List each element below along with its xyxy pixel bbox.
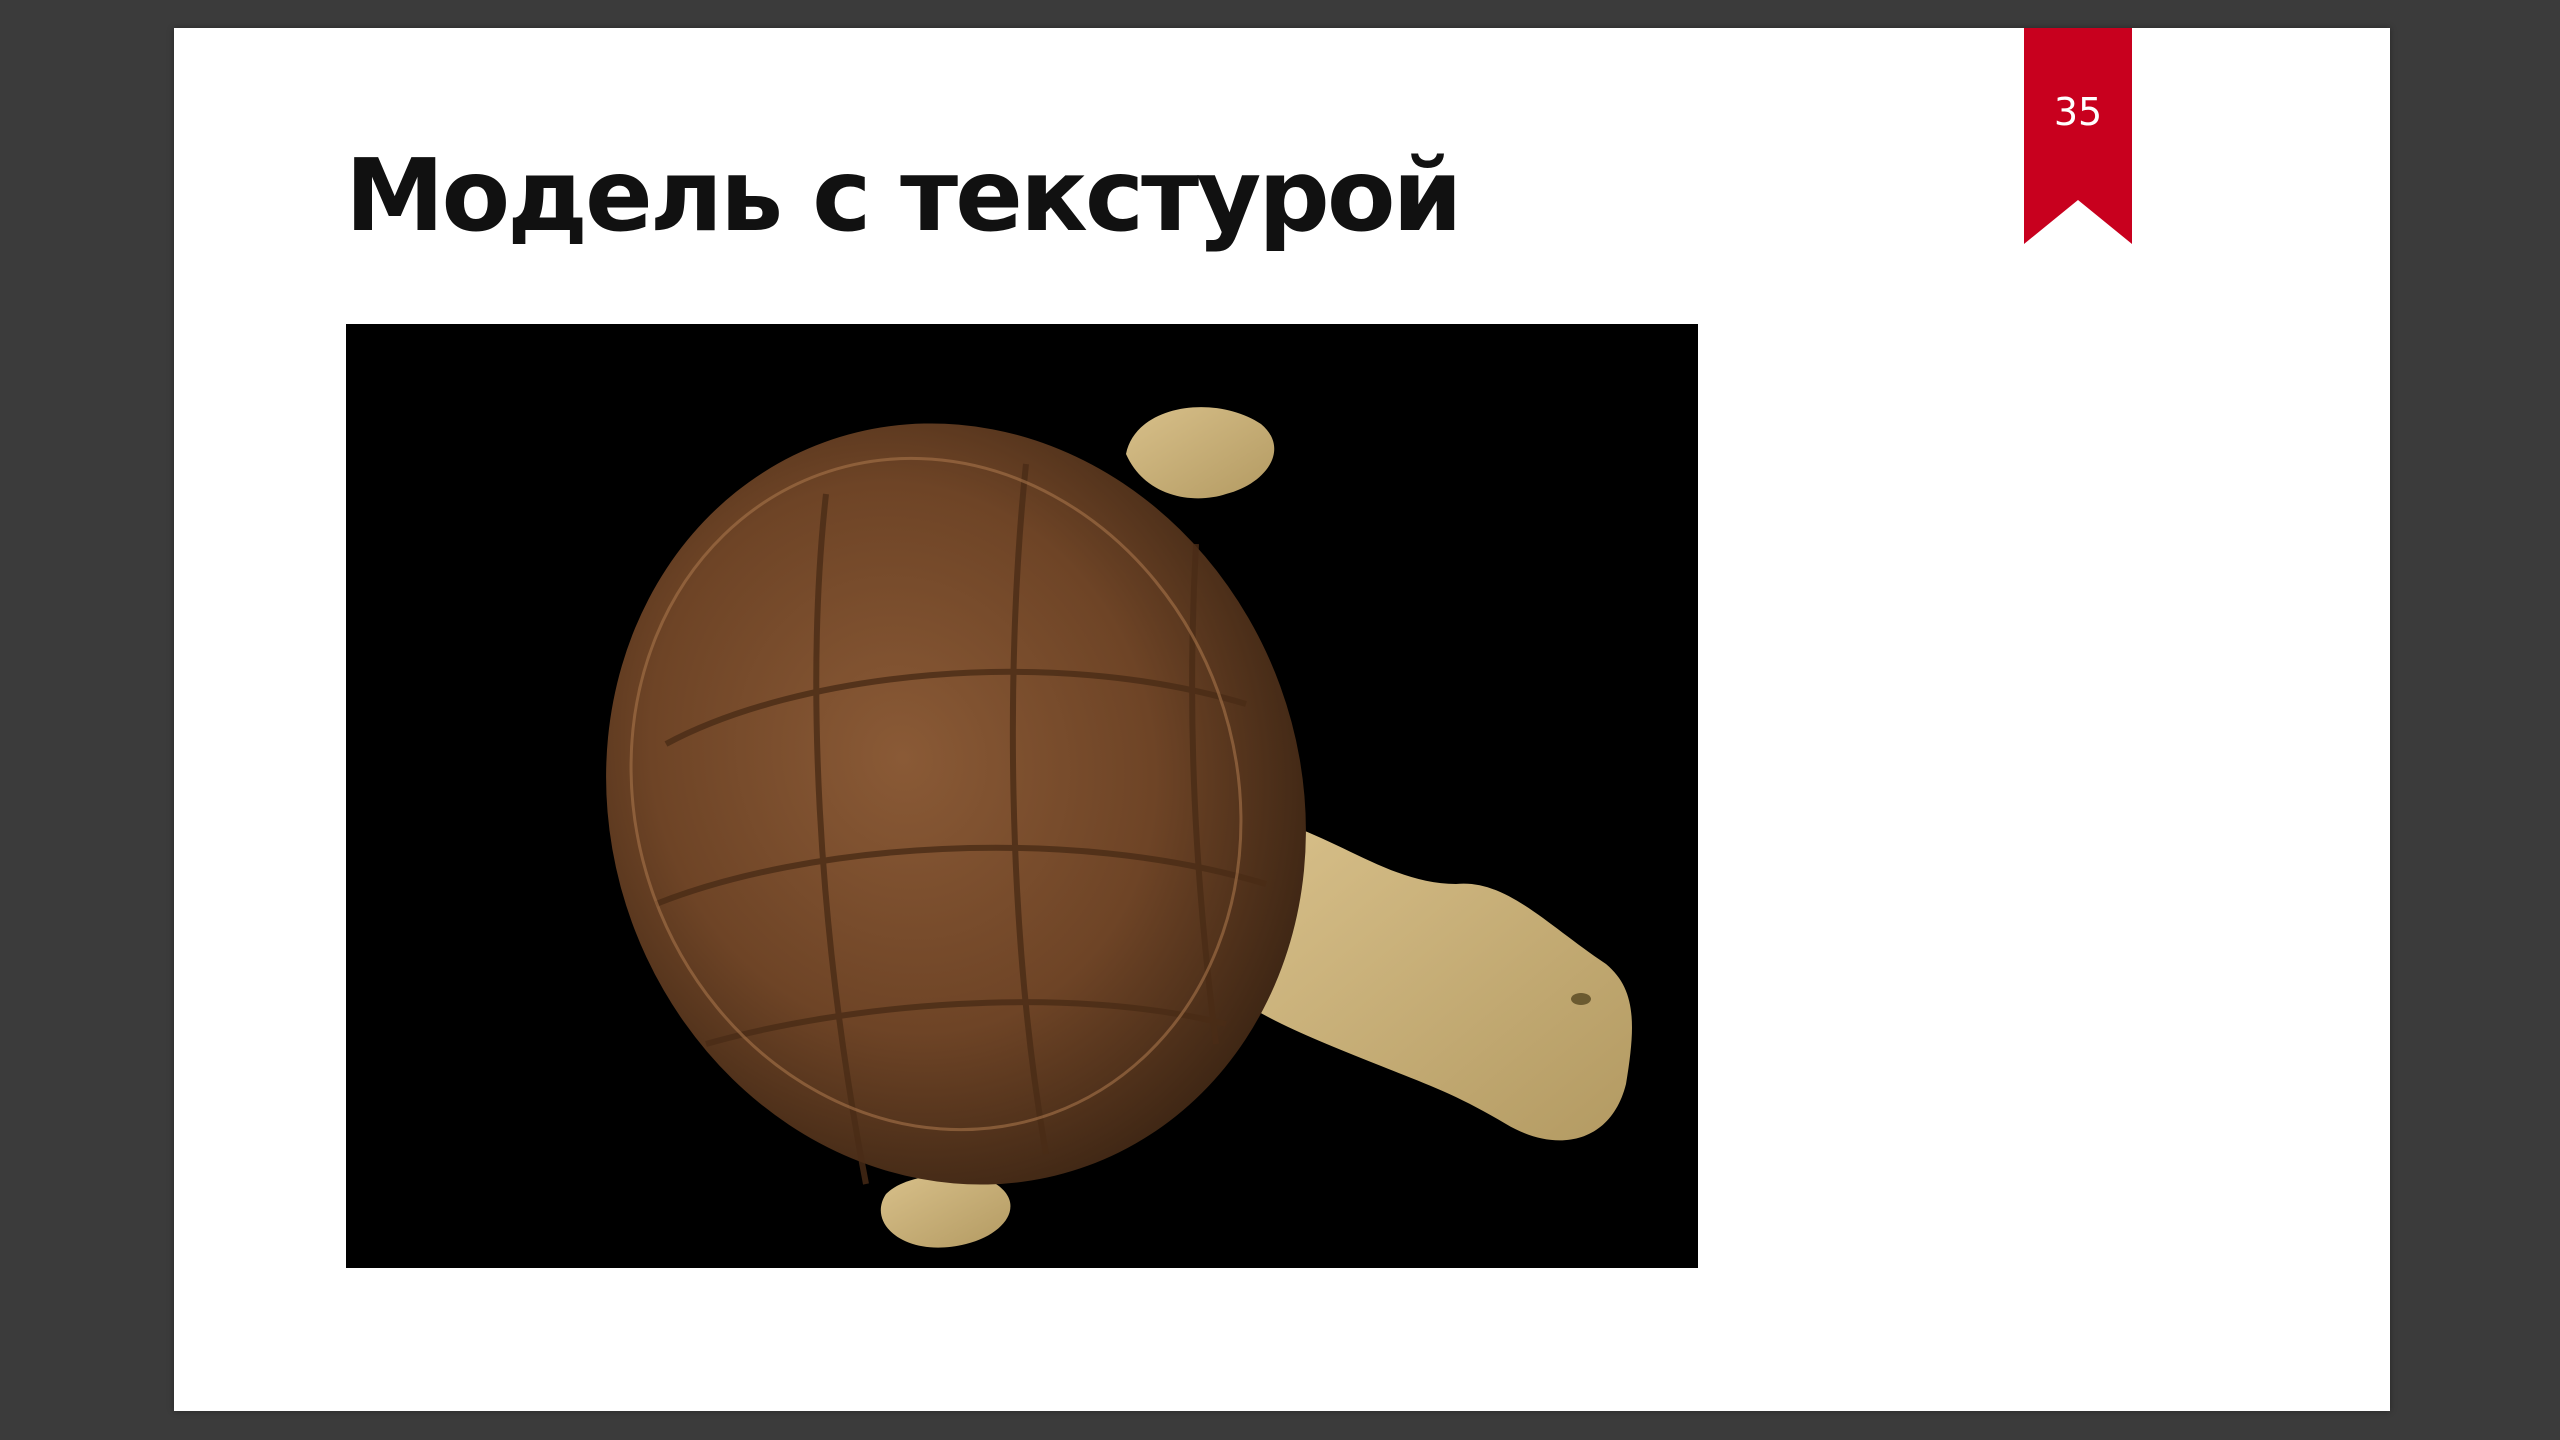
turtle-texture-image (346, 324, 1698, 1268)
presentation-viewer: Модель с текстурой 35 (0, 0, 2560, 1440)
turtle-leg-top (1126, 407, 1275, 499)
page-number: 35 (2053, 90, 2103, 134)
page-number-ribbon: 35 (2024, 28, 2132, 244)
turtle-shell (606, 423, 1306, 1185)
bookmark-ribbon-icon (2024, 28, 2132, 244)
turtle-neck-head (1246, 824, 1632, 1141)
slide-title: Модель с текстурой (345, 137, 1463, 254)
turtle-leg-bottom (880, 1175, 1011, 1248)
turtle-model-icon (606, 407, 1632, 1248)
slide: Модель с текстурой 35 (174, 28, 2390, 1411)
turtle-eye-icon (1571, 993, 1591, 1005)
